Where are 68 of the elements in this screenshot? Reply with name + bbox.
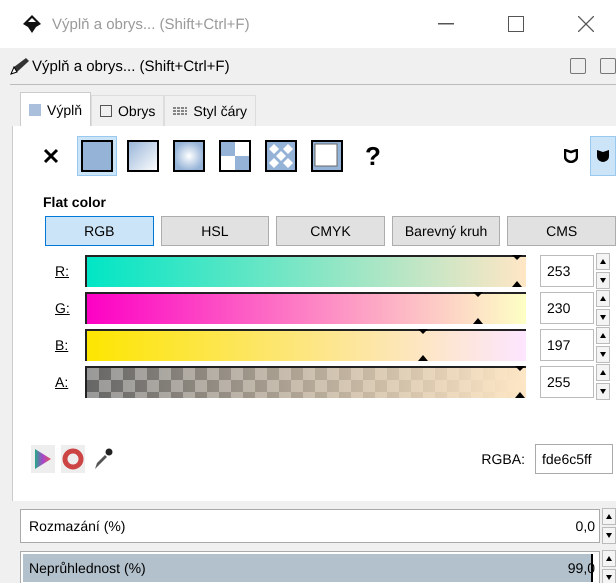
color-mode-button[interactable]: Barevný kruh <box>392 216 500 246</box>
slider-label: Neprůhlednost (%) <box>29 560 147 576</box>
close-icon[interactable] <box>578 16 594 32</box>
slider-thumb[interactable] <box>510 254 523 286</box>
close-panel-button[interactable] <box>600 58 616 74</box>
channel-label: B: <box>55 336 70 352</box>
paint-type-button[interactable]: ? <box>353 136 393 176</box>
slider-thumb[interactable] <box>514 366 526 398</box>
swatch-icon <box>311 140 343 172</box>
decrement-icon[interactable] <box>602 569 616 583</box>
color-mode-button[interactable]: RGB <box>45 216 154 246</box>
color-slider[interactable] <box>85 292 526 324</box>
collapse-button[interactable] <box>570 58 586 74</box>
increment-icon[interactable] <box>596 326 610 344</box>
slider-thumb[interactable] <box>417 328 430 360</box>
color-mode-button[interactable]: CMYK <box>276 216 385 246</box>
pattern-icon <box>265 140 297 172</box>
unset-paint-label: ? <box>365 140 381 172</box>
decrement-icon[interactable] <box>596 346 610 362</box>
no-paint-icon <box>43 148 59 164</box>
color-mode-button[interactable]: HSL <box>160 216 270 246</box>
rgba-field[interactable]: fde6c5ff <box>535 444 613 474</box>
fill-rule-button[interactable] <box>590 136 616 176</box>
color-slider[interactable] <box>85 254 526 286</box>
stroke-swatch-icon <box>100 105 112 117</box>
panel-tab[interactable]: Obrys <box>91 95 164 126</box>
checker-icon <box>219 140 251 172</box>
rgba-label: RGBA: <box>481 451 525 467</box>
increment-icon[interactable] <box>602 508 616 525</box>
color-slider[interactable] <box>85 366 526 398</box>
slider-thumb[interactable] <box>472 292 484 324</box>
pencil-icon <box>10 57 30 75</box>
color-mode-button[interactable]: CMS <box>507 216 616 246</box>
channel-label: G: <box>55 300 71 316</box>
minimize-icon[interactable] <box>438 23 454 25</box>
increment-icon[interactable] <box>596 252 610 270</box>
dock-title: Výplň a obrys... (Shift+Ctrl+F) <box>32 58 231 74</box>
channel-value-field[interactable]: 197 <box>540 328 594 360</box>
increment-icon[interactable] <box>602 550 616 567</box>
fill-swatch-icon <box>29 104 41 116</box>
channel-value-field[interactable]: 230 <box>540 292 594 324</box>
decrement-icon[interactable] <box>602 527 616 544</box>
maximize-icon[interactable] <box>508 16 524 32</box>
paint-type-button[interactable] <box>77 136 117 176</box>
section-title: Flat color <box>43 194 108 210</box>
channel-label: R: <box>55 262 70 278</box>
panel-tab[interactable]: Styl čáry <box>164 95 256 126</box>
color-slider[interactable] <box>85 328 526 360</box>
panel-tab[interactable]: Výplň <box>20 92 92 126</box>
radial-gradient-icon <box>173 140 205 172</box>
channel-label: A: <box>55 374 70 390</box>
decrement-icon[interactable] <box>596 382 610 400</box>
color-wheel-icon[interactable] <box>62 448 84 470</box>
app-logo-icon <box>22 14 42 34</box>
increment-icon[interactable] <box>596 364 610 380</box>
shield-icon <box>596 149 610 163</box>
increment-icon[interactable] <box>596 290 610 306</box>
channel-value-field[interactable]: 253 <box>540 254 594 286</box>
color-triangle-icon[interactable] <box>34 448 52 470</box>
eyedropper-icon[interactable] <box>93 447 113 471</box>
linear-gradient-icon <box>127 140 159 172</box>
window-title: Výplň a obrys... (Shift+Ctrl+F) <box>52 16 251 32</box>
flat-color-icon <box>81 140 113 172</box>
decrement-icon[interactable] <box>596 308 610 326</box>
decrement-icon[interactable] <box>596 272 610 288</box>
shield-outline-icon <box>564 149 578 163</box>
channel-value-field[interactable]: 255 <box>540 366 594 398</box>
line-style-icon <box>173 105 188 117</box>
